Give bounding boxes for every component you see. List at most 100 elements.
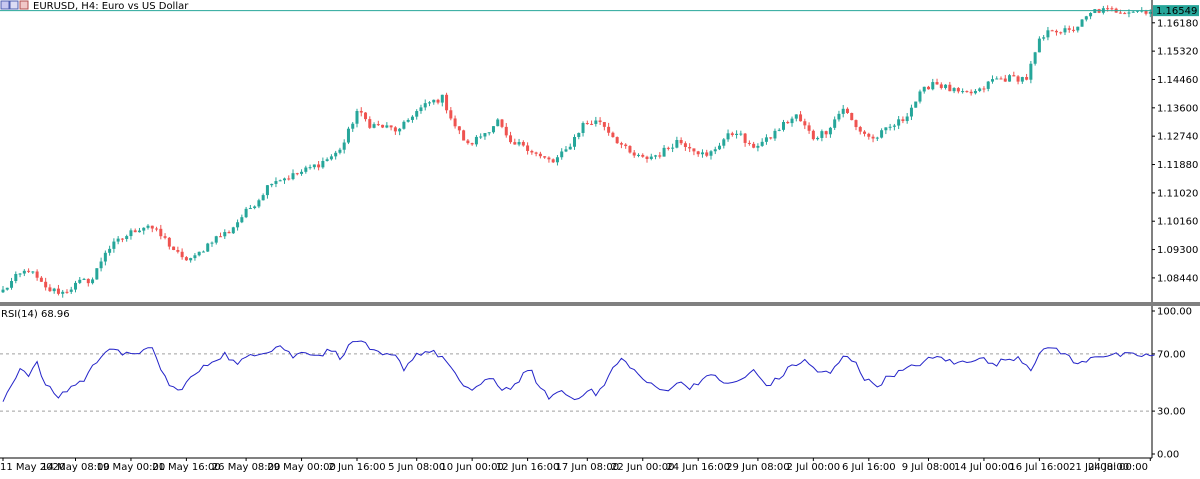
candle-body [551,159,555,163]
candle-body [735,133,739,135]
candle-body [624,144,628,147]
chart-window[interactable]: 1.16180 1.15320 1.14460 1.13600 1.12740 1.118… [0,0,1200,475]
candle-body [594,120,598,124]
candle-body [291,173,295,180]
candle-body [1072,29,1076,31]
candle-body [1089,13,1093,17]
candle-body [236,222,240,228]
candle-body [747,142,751,144]
candle-body [513,142,517,145]
rsi-panel[interactable]: RSI(14) 68.96 100.00 70.00 30.00 0.00 [0,306,1192,461]
candle-body [351,123,355,129]
candle-body [568,146,572,150]
candle-body [927,86,931,90]
candle-body [816,137,820,140]
candle-body [167,237,171,247]
candle-body [764,137,768,142]
candle-body [875,137,879,139]
candle-body [654,155,658,157]
candle-body [1020,77,1024,82]
price-tick-label: 1.14460 [1157,75,1198,86]
candle-body [833,119,837,128]
candle-body [666,147,670,149]
candle-body [129,230,133,237]
candle-body [74,282,78,290]
candle-body [756,145,760,148]
candle-body [1076,26,1080,31]
candle-body [850,112,854,121]
candle-body [69,289,73,292]
candle-body [555,157,559,163]
candle-body [99,261,103,269]
candle-body [871,136,875,139]
price-axis-ticks: 1.16180 1.15320 1.14460 1.13600 1.12740 1.118… [1152,18,1198,284]
candle-body [602,122,606,127]
candle-body [22,270,26,274]
candle-body [867,133,871,137]
candle-body [820,131,824,138]
candle-body [909,107,913,117]
candle-body [986,81,990,89]
candle-body [240,217,244,223]
candle-body [978,88,982,91]
price-tick-label: 1.12740 [1157,132,1198,143]
candle-body [368,119,372,128]
candle-body [683,143,687,148]
candle-body [598,120,602,123]
candle-body [722,139,726,146]
candle-body [948,84,952,92]
candle-body [61,291,65,294]
candles-layer [1,5,1157,298]
candle-body [995,78,999,80]
price-tick-label: 1.15320 [1157,47,1198,58]
candle-body [419,107,423,112]
candle-body [969,91,973,94]
candle-body [564,149,568,152]
candle-body [645,156,649,159]
candle-body [91,279,95,284]
rsi-tick-label: 70.00 [1157,349,1186,360]
candle-body [282,178,286,181]
candle-body [615,137,619,144]
candle-body [95,268,99,280]
candle-body [491,126,495,133]
time-tick-label: 21 May 16:00 [152,462,221,473]
candle-body [828,127,832,135]
time-tick-label: 10 Jun 00:00 [440,462,504,473]
time-tick-label: 9 Jul 08:00 [902,462,956,473]
candle-body [1029,63,1033,80]
candle-body [543,156,547,158]
candle-body [901,119,905,122]
candle-body [560,151,564,158]
candle-body [709,151,713,156]
candle-body [880,130,884,138]
candle-body [824,131,828,135]
candle-body [777,129,781,131]
candle-body [1050,30,1054,32]
panel-separator[interactable] [0,302,1200,306]
candle-body [1008,75,1012,82]
candle-body [799,114,803,122]
candle-body [526,145,530,151]
candle-body [206,243,210,252]
candle-body [432,99,436,103]
candle-body [287,178,291,180]
candle-body [611,132,615,138]
candle-body [474,136,478,145]
candle-body [487,132,491,134]
candle-body [223,232,227,237]
candle-body [389,125,393,128]
candle-body [372,124,376,128]
candle-body [658,155,662,157]
candle-body [607,126,611,133]
candle-body [321,160,325,168]
candle-body [931,82,935,90]
candle-body [1012,75,1016,77]
candle-body [854,120,858,128]
chart-canvas[interactable]: 1.16180 1.15320 1.14460 1.13600 1.12740 1.118… [0,0,1200,475]
price-panel[interactable]: 1.16180 1.15320 1.14460 1.13600 1.12740 1.118… [0,0,1199,302]
candle-body [44,281,48,288]
candle-body [530,150,534,153]
candle-body [939,84,943,88]
candle-body [918,91,922,102]
